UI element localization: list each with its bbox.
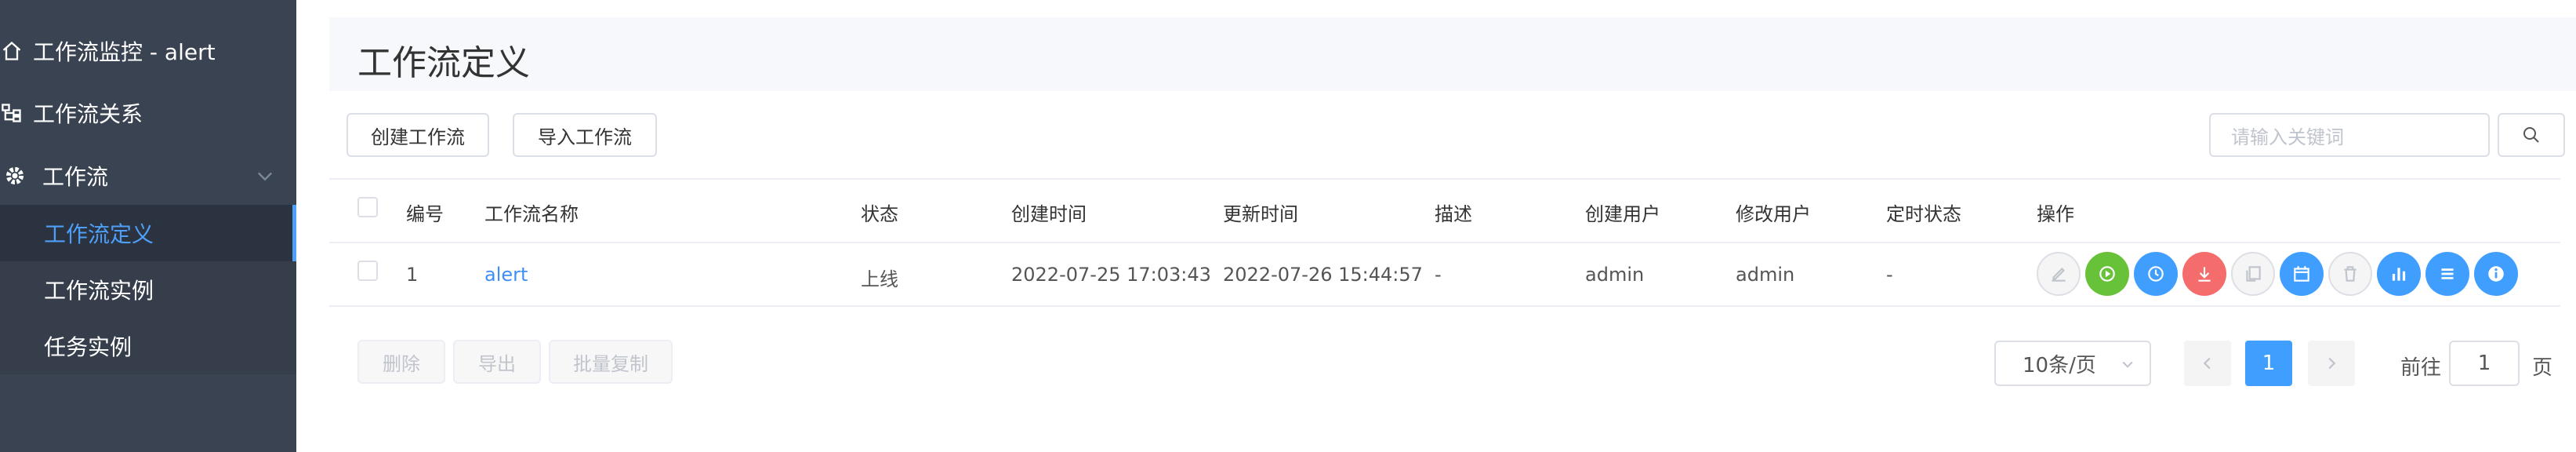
- schedule-manage-button[interactable]: [2280, 252, 2324, 296]
- page-size-select[interactable]: 10条/页: [1994, 341, 2151, 386]
- header-id: 编号: [406, 203, 444, 225]
- sidebar-item-label: 任务实例: [44, 334, 132, 360]
- offline-button[interactable]: [2182, 252, 2226, 296]
- copy-button[interactable]: [2231, 252, 2275, 296]
- table-top-border: [329, 178, 2560, 180]
- sidebar-item-workflow-monitor[interactable]: 工作流监控 - alert: [0, 23, 296, 79]
- header-operations: 操作: [2037, 203, 2074, 225]
- header-status: 状态: [861, 203, 898, 225]
- goto-suffix-label: 页: [2532, 356, 2553, 380]
- sidebar-item-label: 工作流关系: [33, 101, 143, 127]
- goto-prefix-label: 前往: [2400, 356, 2442, 380]
- run-button[interactable]: [2085, 252, 2129, 296]
- cell-created: 2022-07-25 17:03:43: [1011, 264, 1211, 286]
- sidebar-item-workflow-instance[interactable]: 工作流实例: [0, 261, 296, 318]
- sidebar-item-label: 工作流: [42, 164, 109, 190]
- sidebar-item-workflow-relation[interactable]: 工作流关系: [0, 85, 296, 141]
- cell-description: -: [1435, 264, 1442, 286]
- schedule-calendar-icon: [2294, 266, 2309, 282]
- chevron-down-icon: [2122, 361, 2133, 368]
- header-description: 描述: [1435, 203, 1472, 225]
- create-workflow-button[interactable]: 创建工作流: [346, 113, 489, 157]
- sidebar: 工作流监控 - alert 工作流关系 工作流 工作流定义 工作流实例 任务实例: [0, 0, 296, 452]
- select-all-checkbox[interactable]: [357, 197, 378, 217]
- edit-icon: [2052, 267, 2066, 282]
- tree-view-button[interactable]: [2377, 252, 2421, 296]
- import-workflow-button[interactable]: 导入工作流: [513, 113, 657, 157]
- search-button[interactable]: [2498, 113, 2565, 157]
- edit-button[interactable]: [2037, 252, 2081, 296]
- cell-modifier: admin: [1736, 264, 1795, 286]
- home-icon: [0, 39, 24, 63]
- sidebar-item-label: 工作流定义: [44, 221, 154, 247]
- sidebar-item-workflow-definition[interactable]: 工作流定义: [0, 205, 296, 261]
- version-list-icon: [2441, 268, 2454, 279]
- prev-page-button[interactable]: [2184, 341, 2231, 386]
- sidebar-item-workflow[interactable]: 工作流: [0, 148, 296, 204]
- chevron-up-icon: [258, 172, 272, 181]
- sidebar-item-label: 工作流监控 - alert: [33, 39, 216, 65]
- cell-status: 上线: [861, 268, 898, 290]
- sidebar-item-task-instance[interactable]: 任务实例: [0, 318, 296, 374]
- relation-tree-icon: [0, 101, 24, 125]
- gear-icon: [3, 164, 27, 188]
- header-creator: 创建用户: [1585, 203, 1660, 225]
- cell-creator: admin: [1585, 264, 1645, 286]
- row-checkbox[interactable]: [357, 261, 378, 281]
- cell-updated: 2022-07-26 15:44:57: [1223, 264, 1423, 286]
- timing-button[interactable]: [2134, 252, 2178, 296]
- header-divider: [329, 242, 2560, 243]
- search-icon: [2523, 127, 2539, 143]
- search-input[interactable]: 请输入关键词: [2209, 113, 2490, 157]
- info-button[interactable]: [2474, 252, 2518, 296]
- page-header: 工作流定义: [329, 17, 2576, 91]
- page-size-value: 10条/页: [2023, 353, 2096, 377]
- goto-page-input[interactable]: 1: [2449, 341, 2520, 386]
- tree-view-icon: [2392, 268, 2406, 281]
- version-list-button[interactable]: [2425, 252, 2469, 296]
- sidebar-item-label: 工作流实例: [44, 278, 154, 304]
- delete-button[interactable]: [2328, 252, 2372, 296]
- cell-schedule-status: -: [1886, 264, 1893, 286]
- delete-icon: [2344, 266, 2356, 282]
- header-name: 工作流名称: [484, 203, 579, 225]
- workflow-name-link[interactable]: alert: [484, 264, 528, 286]
- copy-icon: [2246, 266, 2261, 282]
- run-icon: [2099, 266, 2115, 282]
- export-selected-button[interactable]: 导出: [453, 340, 541, 384]
- page-title: 工作流定义: [357, 43, 530, 83]
- page-number-current[interactable]: 1: [2245, 341, 2292, 386]
- batch-copy-button[interactable]: 批量复制: [549, 340, 673, 384]
- header-updated: 更新时间: [1223, 203, 1298, 225]
- next-page-button[interactable]: [2308, 341, 2355, 386]
- chevron-right-icon: [2328, 357, 2336, 370]
- header-created: 创建时间: [1011, 203, 1087, 225]
- delete-selected-button[interactable]: 删除: [357, 340, 445, 384]
- offline-icon: [2198, 267, 2211, 282]
- row-divider: [329, 305, 2560, 307]
- header-schedule-status: 定时状态: [1886, 203, 1961, 225]
- cell-id: 1: [406, 264, 419, 286]
- info-icon: [2488, 266, 2504, 282]
- timing-icon: [2148, 266, 2164, 282]
- header-modifier: 修改用户: [1736, 203, 1811, 225]
- chevron-left-icon: [2203, 357, 2211, 370]
